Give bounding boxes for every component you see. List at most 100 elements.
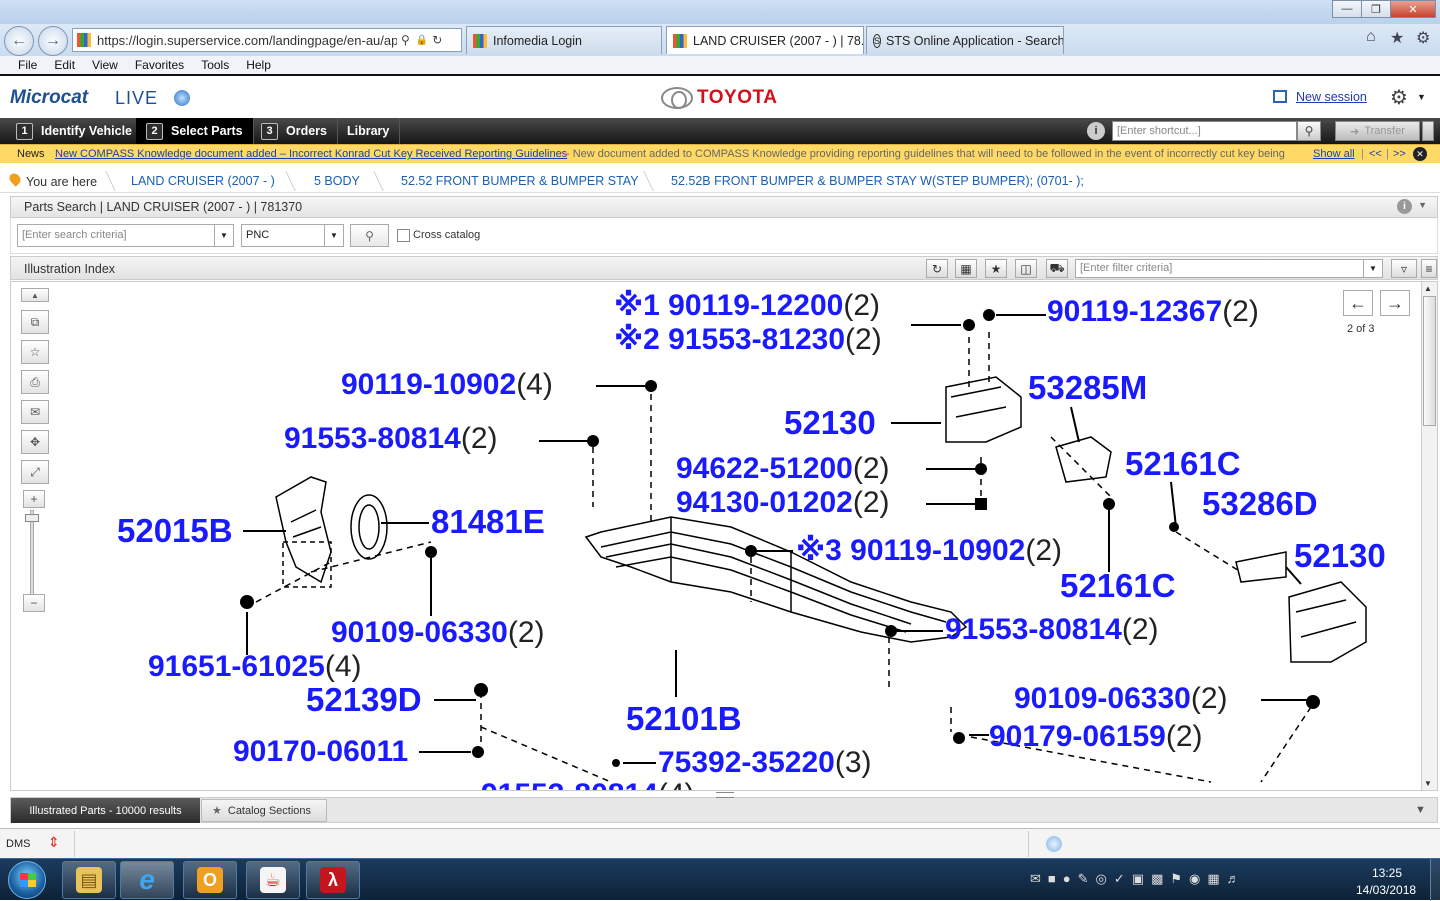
volume-tray-icon[interactable]: ♬ bbox=[1227, 871, 1240, 887]
transfer-dropdown-button[interactable] bbox=[1422, 121, 1434, 141]
news-prev-link[interactable]: << bbox=[1369, 148, 1382, 160]
chevron-down-icon[interactable]: ▼ bbox=[1424, 779, 1432, 788]
filter-button[interactable]: ▿ bbox=[1391, 259, 1417, 278]
shortcut-input[interactable]: [Enter shortcut...] bbox=[1112, 121, 1297, 141]
menu-favorites[interactable]: Favorites bbox=[135, 58, 184, 72]
part-label[interactable]: 90119-10902(4) bbox=[341, 370, 553, 400]
favorites-star-icon[interactable]: ★ bbox=[1390, 28, 1404, 48]
info-icon[interactable]: i bbox=[1087, 122, 1105, 140]
forward-button[interactable]: → bbox=[38, 26, 68, 56]
part-label[interactable]: 52161C bbox=[1125, 447, 1241, 480]
part-label[interactable]: 90119-12367(2) bbox=[1047, 297, 1259, 327]
part-label[interactable]: 94130-01202(2) bbox=[676, 488, 890, 518]
menu-button[interactable]: ≡ bbox=[1421, 259, 1437, 278]
chevron-up-icon[interactable]: ▲ bbox=[1424, 284, 1432, 293]
back-button[interactable]: ← bbox=[4, 26, 34, 56]
columns-button[interactable]: ◫ bbox=[1015, 259, 1037, 278]
security-tray-icon[interactable]: ■ bbox=[1048, 871, 1056, 887]
display-tray-icon[interactable]: ▣ bbox=[1132, 871, 1144, 887]
menu-file[interactable]: File bbox=[18, 58, 37, 72]
news-link[interactable]: New COMPASS Knowledge document added – I… bbox=[55, 148, 567, 160]
settings-gear-icon[interactable]: ⚙ bbox=[1390, 85, 1408, 110]
part-label[interactable]: 91553-80814(2) bbox=[284, 424, 498, 454]
part-label[interactable]: 90179-06159(2) bbox=[989, 722, 1203, 752]
flag-tray-icon[interactable]: ⚑ bbox=[1170, 871, 1182, 887]
breadcrumb-item[interactable]: 5 BODY bbox=[314, 174, 360, 188]
favorites-button[interactable]: ★ bbox=[985, 259, 1007, 278]
part-label[interactable]: 91553-80814(2) bbox=[945, 615, 1159, 645]
part-label[interactable]: 52101B bbox=[626, 702, 742, 735]
part-label[interactable]: 91553-80814(4) bbox=[481, 780, 695, 791]
dms-status-icon[interactable]: ⇕ bbox=[48, 834, 60, 854]
minimize-button[interactable]: — bbox=[1332, 0, 1362, 18]
close-icon[interactable]: ✕ bbox=[1413, 147, 1427, 161]
illustration-canvas[interactable]: ▲ ⧉ ☆ ⎙ ✉ ✥ ⤢ + − ※1 90119-12200(2) ※2 9… bbox=[10, 281, 1438, 791]
taskbar-acrobat[interactable]: λ bbox=[306, 861, 360, 899]
tab-infomedia-login[interactable]: Infomedia Login bbox=[466, 26, 662, 54]
show-desktop-button[interactable] bbox=[1430, 859, 1440, 901]
scrollbar-thumb[interactable] bbox=[1423, 296, 1436, 426]
check-tray-icon[interactable]: ✓ bbox=[1114, 871, 1125, 887]
search-input[interactable]: [Enter search criteria] bbox=[17, 224, 215, 247]
news-show-all-link[interactable]: Show all bbox=[1313, 148, 1355, 160]
vertical-scrollbar[interactable]: ▲ ▼ bbox=[1421, 282, 1437, 790]
refresh-button[interactable]: ↻ bbox=[926, 259, 948, 278]
step-library[interactable]: Library bbox=[337, 118, 401, 144]
part-label[interactable]: 52139D bbox=[306, 683, 422, 716]
bluetooth-tray-icon[interactable]: ◉ bbox=[1189, 871, 1200, 887]
chevron-down-icon[interactable]: ▼ bbox=[324, 224, 344, 247]
tab-land-cruiser[interactable]: LAND CRUISER (2007 - ) | 78... ✕ bbox=[666, 26, 864, 54]
breadcrumb-item[interactable]: 52.52B FRONT BUMPER & BUMPER STAY W(STEP… bbox=[671, 174, 1084, 188]
menu-view[interactable]: View bbox=[92, 58, 118, 72]
part-label[interactable]: ※1 90119-12200(2) bbox=[614, 291, 880, 321]
menu-tools[interactable]: Tools bbox=[201, 58, 229, 72]
part-label[interactable]: ※2 91553-81230(2) bbox=[614, 325, 882, 355]
clock-time[interactable]: 13:25 bbox=[1372, 866, 1402, 880]
cross-catalog-checkbox[interactable] bbox=[397, 229, 410, 242]
part-label[interactable]: 52130 bbox=[784, 406, 876, 439]
news-next-link[interactable]: >> bbox=[1393, 148, 1406, 160]
part-label[interactable]: 75392-35220(3) bbox=[658, 748, 872, 778]
tools-gear-icon[interactable]: ⚙ bbox=[1416, 28, 1430, 48]
breadcrumb-item[interactable]: LAND CRUISER (2007 - ) bbox=[131, 174, 275, 188]
office-tray-icon[interactable]: ● bbox=[1063, 871, 1071, 887]
menu-help[interactable]: Help bbox=[246, 58, 271, 72]
info-icon[interactable]: i bbox=[1397, 199, 1412, 214]
search-history-dropdown[interactable]: ▼ bbox=[214, 224, 234, 247]
maximize-button[interactable]: ❐ bbox=[1361, 0, 1391, 18]
tab-sts-online[interactable]: S STS Online Application - Search bbox=[866, 26, 1064, 54]
step-identify-vehicle[interactable]: 1 Identify Vehicle bbox=[6, 118, 144, 144]
close-window-button[interactable]: ✕ bbox=[1390, 0, 1436, 18]
next-page-button[interactable]: → bbox=[1380, 290, 1410, 316]
part-label[interactable]: 52161C bbox=[1060, 569, 1176, 602]
address-bar[interactable]: https://login.superservice.com/landingpa… bbox=[72, 28, 462, 52]
previous-page-button[interactable]: ← bbox=[1343, 290, 1373, 316]
step-select-parts[interactable]: 2 Select Parts bbox=[136, 118, 254, 144]
device-tray-icon[interactable]: ▩ bbox=[1151, 871, 1163, 887]
search-type-select[interactable]: PNC bbox=[241, 224, 325, 247]
start-button[interactable] bbox=[8, 861, 46, 899]
shortcut-search-button[interactable]: ⚲ bbox=[1297, 121, 1321, 141]
grid-view-button[interactable]: ▦ bbox=[955, 259, 977, 278]
breadcrumb-item[interactable]: 52.52 FRONT BUMPER & BUMPER STAY bbox=[401, 174, 639, 188]
part-label[interactable]: 90170-06011 bbox=[233, 737, 408, 767]
network-tray-icon[interactable]: ▦ bbox=[1207, 871, 1219, 887]
tab-illustrated-parts[interactable]: Illustrated Parts - 10000 results bbox=[11, 798, 200, 823]
part-label[interactable]: 90109-06330(2) bbox=[1014, 684, 1228, 714]
chevron-down-icon[interactable]: ▼ bbox=[1418, 200, 1427, 210]
home-icon[interactable]: ⌂ bbox=[1366, 28, 1376, 46]
transfer-button[interactable]: ➜ Transfer bbox=[1335, 121, 1420, 141]
part-label[interactable]: 52130 bbox=[1294, 539, 1386, 572]
chevron-down-icon[interactable]: ▼ bbox=[1363, 259, 1383, 278]
part-label[interactable]: 52015B bbox=[117, 514, 233, 547]
menu-edit[interactable]: Edit bbox=[54, 58, 75, 72]
resize-grip[interactable] bbox=[716, 792, 734, 798]
shield-tray-icon[interactable]: ◎ bbox=[1096, 871, 1107, 887]
new-session-link[interactable]: New session bbox=[1296, 90, 1367, 104]
taskbar-explorer[interactable]: ▤ bbox=[62, 861, 116, 899]
part-label[interactable]: 94622-51200(2) bbox=[676, 454, 890, 484]
part-label[interactable]: 53285M bbox=[1028, 371, 1147, 404]
refresh-icon[interactable]: ↻ bbox=[432, 33, 442, 47]
part-label[interactable]: 81481E bbox=[431, 505, 545, 538]
step-orders[interactable]: 3 Orders bbox=[251, 118, 338, 144]
